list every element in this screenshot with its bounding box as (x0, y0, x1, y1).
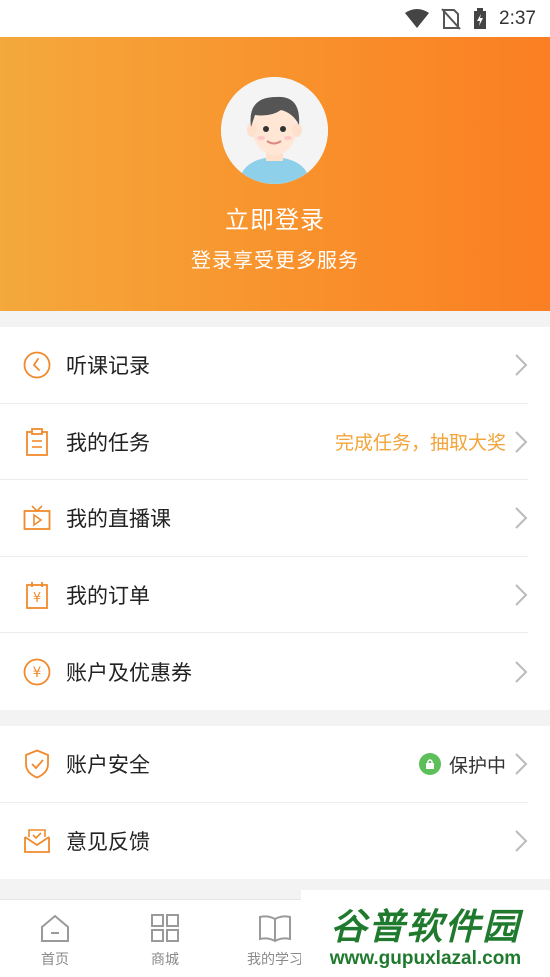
menu-item-label: 意见反馈 (66, 829, 150, 854)
battery-charging-icon (474, 7, 487, 29)
task-reward-hint: 完成任务，抽取大奖 (334, 432, 506, 455)
menu-item-label: 账户安全 (66, 753, 150, 778)
menu-item-feedback[interactable]: 意见反馈 (0, 803, 550, 880)
chevron-right-icon (515, 830, 528, 852)
svg-text:¥: ¥ (33, 665, 42, 681)
menu-group-main: 听课记录 我的任务 完成任务，抽取大奖 我的直播课 ¥ 我的订单 ¥ 账户及优惠… (0, 327, 550, 710)
clock-time: 2:37 (499, 7, 536, 29)
wifi-icon (405, 8, 430, 28)
order-receipt-icon: ¥ (22, 580, 52, 610)
yuan-circle-icon: ¥ (22, 657, 52, 687)
lock-icon (418, 753, 441, 776)
shield-check-icon (22, 749, 52, 779)
tab-mall[interactable]: 商城 (110, 900, 220, 977)
no-sim-icon (441, 7, 461, 30)
status-bar: 2:37 (0, 0, 550, 37)
menu-item-my-tasks[interactable]: 我的任务 完成任务，抽取大奖 (0, 404, 550, 481)
menu-item-account-security[interactable]: 账户安全 保护中 (0, 726, 550, 803)
clipboard-icon (22, 427, 52, 457)
menu-item-my-live-courses[interactable]: 我的直播课 (0, 480, 550, 557)
book-icon (259, 915, 291, 943)
chevron-right-icon (515, 660, 528, 683)
menu-group-account: 账户安全 保护中 意见反馈 (0, 726, 550, 879)
chevron-right-icon (515, 431, 528, 453)
login-subtitle: 登录享受更多服务 (191, 248, 359, 272)
tab-home[interactable]: 首页 (0, 900, 110, 977)
watermark-url: www.gupuxlazal.com (329, 947, 522, 969)
menu-item-label: 我的直播课 (66, 507, 171, 532)
menu-item-label: 我的订单 (66, 584, 150, 609)
tv-play-icon (22, 503, 52, 533)
menu-item-my-orders[interactable]: ¥ 我的订单 (0, 557, 550, 634)
home-icon (41, 914, 69, 942)
tab-label: 商城 (151, 952, 179, 968)
login-title[interactable]: 立即登录 (0, 200, 550, 235)
chevron-right-icon (515, 507, 528, 530)
clock-arrow-icon (22, 350, 52, 380)
profile-header[interactable]: 立即登录 登录享受更多服务 (0, 37, 550, 311)
watermark-title: 谷普软件园 (330, 906, 521, 948)
feedback-envelope-icon (22, 826, 52, 856)
menu-item-label: 听课记录 (66, 354, 150, 379)
security-status: 保护中 (418, 751, 506, 778)
menu-item-label: 账户及优惠券 (66, 660, 192, 685)
menu-item-account-coupons[interactable]: ¥ 账户及优惠券 (0, 633, 550, 710)
avatar[interactable] (221, 77, 328, 184)
tab-label: 首页 (41, 952, 69, 968)
chevron-right-icon (515, 354, 528, 377)
grid-icon (151, 914, 179, 942)
menu-item-listen-history[interactable]: 听课记录 (0, 327, 550, 404)
chevron-right-icon (515, 753, 528, 775)
menu-item-label: 我的任务 (66, 430, 150, 455)
svg-text:¥: ¥ (33, 591, 41, 606)
security-status-text: 保护中 (448, 754, 506, 777)
chevron-right-icon (515, 584, 528, 606)
watermark-logo: 谷普软件园 www.gupuxlazal.com (301, 890, 550, 977)
tab-label: 我的学习 (247, 952, 303, 968)
